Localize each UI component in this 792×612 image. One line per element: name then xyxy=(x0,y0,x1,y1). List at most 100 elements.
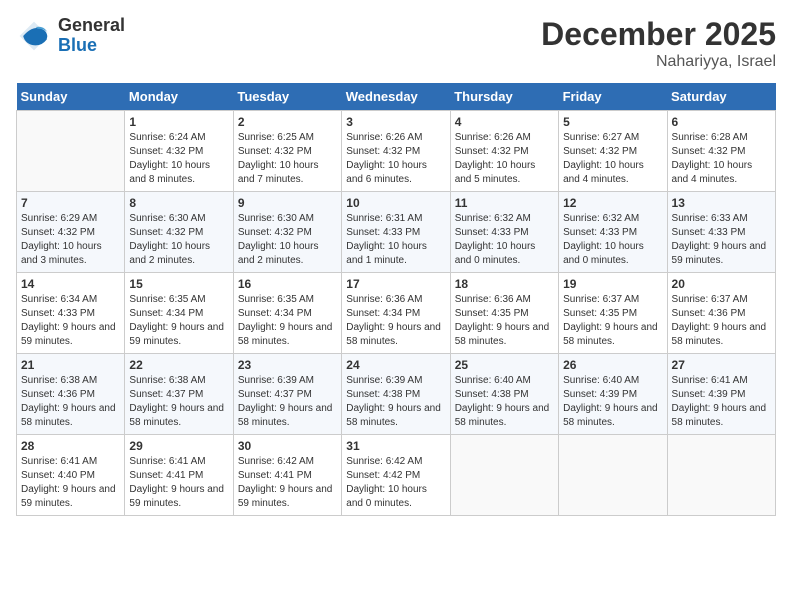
day-info: Sunrise: 6:36 AMSunset: 4:35 PMDaylight:… xyxy=(455,293,554,349)
day-info: Sunrise: 6:32 AMSunset: 4:33 PMDaylight:… xyxy=(455,212,554,268)
calendar-table: SundayMondayTuesdayWednesdayThursdayFrid… xyxy=(16,83,776,516)
day-info: Sunrise: 6:30 AMSunset: 4:32 PMDaylight:… xyxy=(129,212,228,268)
calendar-cell: 22 Sunrise: 6:38 AMSunset: 4:37 PMDaylig… xyxy=(125,354,233,435)
calendar-cell: 27 Sunrise: 6:41 AMSunset: 4:39 PMDaylig… xyxy=(667,354,775,435)
day-info: Sunrise: 6:28 AMSunset: 4:32 PMDaylight:… xyxy=(672,131,771,187)
weekday-header: Saturday xyxy=(667,83,775,111)
weekday-header: Thursday xyxy=(450,83,558,111)
calendar-week-row: 21 Sunrise: 6:38 AMSunset: 4:36 PMDaylig… xyxy=(17,354,776,435)
weekday-header: Tuesday xyxy=(233,83,341,111)
day-info: Sunrise: 6:29 AMSunset: 4:32 PMDaylight:… xyxy=(21,212,120,268)
calendar-cell: 31 Sunrise: 6:42 AMSunset: 4:42 PMDaylig… xyxy=(342,435,450,516)
day-info: Sunrise: 6:30 AMSunset: 4:32 PMDaylight:… xyxy=(238,212,337,268)
day-number: 11 xyxy=(455,196,554,210)
logo: General Blue xyxy=(16,16,125,56)
page-header: General Blue December 2025 Nahariyya, Is… xyxy=(16,16,776,71)
day-number: 28 xyxy=(21,439,120,453)
day-info: Sunrise: 6:24 AMSunset: 4:32 PMDaylight:… xyxy=(129,131,228,187)
day-number: 27 xyxy=(672,358,771,372)
day-info: Sunrise: 6:34 AMSunset: 4:33 PMDaylight:… xyxy=(21,293,120,349)
day-info: Sunrise: 6:31 AMSunset: 4:33 PMDaylight:… xyxy=(346,212,445,268)
calendar-cell: 14 Sunrise: 6:34 AMSunset: 4:33 PMDaylig… xyxy=(17,273,125,354)
day-number: 3 xyxy=(346,115,445,129)
day-info: Sunrise: 6:35 AMSunset: 4:34 PMDaylight:… xyxy=(129,293,228,349)
day-number: 22 xyxy=(129,358,228,372)
calendar-cell: 5 Sunrise: 6:27 AMSunset: 4:32 PMDayligh… xyxy=(559,111,667,192)
title-block: December 2025 Nahariyya, Israel xyxy=(541,16,776,71)
day-info: Sunrise: 6:42 AMSunset: 4:42 PMDaylight:… xyxy=(346,455,445,511)
day-info: Sunrise: 6:37 AMSunset: 4:36 PMDaylight:… xyxy=(672,293,771,349)
day-number: 31 xyxy=(346,439,445,453)
calendar-cell: 20 Sunrise: 6:37 AMSunset: 4:36 PMDaylig… xyxy=(667,273,775,354)
day-number: 23 xyxy=(238,358,337,372)
weekday-header-row: SundayMondayTuesdayWednesdayThursdayFrid… xyxy=(17,83,776,111)
day-number: 15 xyxy=(129,277,228,291)
day-info: Sunrise: 6:39 AMSunset: 4:37 PMDaylight:… xyxy=(238,374,337,430)
day-number: 12 xyxy=(563,196,662,210)
calendar-week-row: 14 Sunrise: 6:34 AMSunset: 4:33 PMDaylig… xyxy=(17,273,776,354)
day-info: Sunrise: 6:41 AMSunset: 4:39 PMDaylight:… xyxy=(672,374,771,430)
day-number: 20 xyxy=(672,277,771,291)
calendar-week-row: 1 Sunrise: 6:24 AMSunset: 4:32 PMDayligh… xyxy=(17,111,776,192)
day-number: 7 xyxy=(21,196,120,210)
day-number: 2 xyxy=(238,115,337,129)
day-number: 14 xyxy=(21,277,120,291)
day-number: 5 xyxy=(563,115,662,129)
day-number: 17 xyxy=(346,277,445,291)
day-info: Sunrise: 6:40 AMSunset: 4:38 PMDaylight:… xyxy=(455,374,554,430)
calendar-week-row: 7 Sunrise: 6:29 AMSunset: 4:32 PMDayligh… xyxy=(17,192,776,273)
day-info: Sunrise: 6:41 AMSunset: 4:40 PMDaylight:… xyxy=(21,455,120,511)
day-number: 8 xyxy=(129,196,228,210)
weekday-header: Monday xyxy=(125,83,233,111)
day-info: Sunrise: 6:41 AMSunset: 4:41 PMDaylight:… xyxy=(129,455,228,511)
weekday-header: Sunday xyxy=(17,83,125,111)
calendar-cell xyxy=(667,435,775,516)
day-number: 25 xyxy=(455,358,554,372)
day-number: 16 xyxy=(238,277,337,291)
calendar-cell: 7 Sunrise: 6:29 AMSunset: 4:32 PMDayligh… xyxy=(17,192,125,273)
calendar-cell: 11 Sunrise: 6:32 AMSunset: 4:33 PMDaylig… xyxy=(450,192,558,273)
logo-line1: General xyxy=(58,16,125,36)
day-info: Sunrise: 6:26 AMSunset: 4:32 PMDaylight:… xyxy=(455,131,554,187)
calendar-title: December 2025 xyxy=(541,16,776,53)
calendar-cell xyxy=(559,435,667,516)
day-number: 21 xyxy=(21,358,120,372)
calendar-cell: 6 Sunrise: 6:28 AMSunset: 4:32 PMDayligh… xyxy=(667,111,775,192)
day-info: Sunrise: 6:38 AMSunset: 4:37 PMDaylight:… xyxy=(129,374,228,430)
day-info: Sunrise: 6:40 AMSunset: 4:39 PMDaylight:… xyxy=(563,374,662,430)
calendar-cell: 4 Sunrise: 6:26 AMSunset: 4:32 PMDayligh… xyxy=(450,111,558,192)
calendar-cell: 17 Sunrise: 6:36 AMSunset: 4:34 PMDaylig… xyxy=(342,273,450,354)
calendar-cell: 9 Sunrise: 6:30 AMSunset: 4:32 PMDayligh… xyxy=(233,192,341,273)
day-number: 10 xyxy=(346,196,445,210)
day-info: Sunrise: 6:35 AMSunset: 4:34 PMDaylight:… xyxy=(238,293,337,349)
weekday-header: Friday xyxy=(559,83,667,111)
logo-text: General Blue xyxy=(58,16,125,56)
calendar-cell: 8 Sunrise: 6:30 AMSunset: 4:32 PMDayligh… xyxy=(125,192,233,273)
day-number: 26 xyxy=(563,358,662,372)
calendar-cell: 29 Sunrise: 6:41 AMSunset: 4:41 PMDaylig… xyxy=(125,435,233,516)
day-number: 9 xyxy=(238,196,337,210)
calendar-subtitle: Nahariyya, Israel xyxy=(541,53,776,71)
logo-line2: Blue xyxy=(58,36,125,56)
day-number: 13 xyxy=(672,196,771,210)
calendar-cell xyxy=(450,435,558,516)
calendar-cell xyxy=(17,111,125,192)
calendar-cell: 18 Sunrise: 6:36 AMSunset: 4:35 PMDaylig… xyxy=(450,273,558,354)
calendar-cell: 12 Sunrise: 6:32 AMSunset: 4:33 PMDaylig… xyxy=(559,192,667,273)
day-info: Sunrise: 6:42 AMSunset: 4:41 PMDaylight:… xyxy=(238,455,337,511)
weekday-header: Wednesday xyxy=(342,83,450,111)
calendar-cell: 19 Sunrise: 6:37 AMSunset: 4:35 PMDaylig… xyxy=(559,273,667,354)
day-number: 18 xyxy=(455,277,554,291)
day-number: 1 xyxy=(129,115,228,129)
day-info: Sunrise: 6:39 AMSunset: 4:38 PMDaylight:… xyxy=(346,374,445,430)
calendar-cell: 10 Sunrise: 6:31 AMSunset: 4:33 PMDaylig… xyxy=(342,192,450,273)
calendar-cell: 24 Sunrise: 6:39 AMSunset: 4:38 PMDaylig… xyxy=(342,354,450,435)
day-number: 24 xyxy=(346,358,445,372)
calendar-cell: 3 Sunrise: 6:26 AMSunset: 4:32 PMDayligh… xyxy=(342,111,450,192)
calendar-cell: 28 Sunrise: 6:41 AMSunset: 4:40 PMDaylig… xyxy=(17,435,125,516)
day-number: 29 xyxy=(129,439,228,453)
calendar-cell: 15 Sunrise: 6:35 AMSunset: 4:34 PMDaylig… xyxy=(125,273,233,354)
day-number: 4 xyxy=(455,115,554,129)
day-info: Sunrise: 6:32 AMSunset: 4:33 PMDaylight:… xyxy=(563,212,662,268)
day-info: Sunrise: 6:38 AMSunset: 4:36 PMDaylight:… xyxy=(21,374,120,430)
